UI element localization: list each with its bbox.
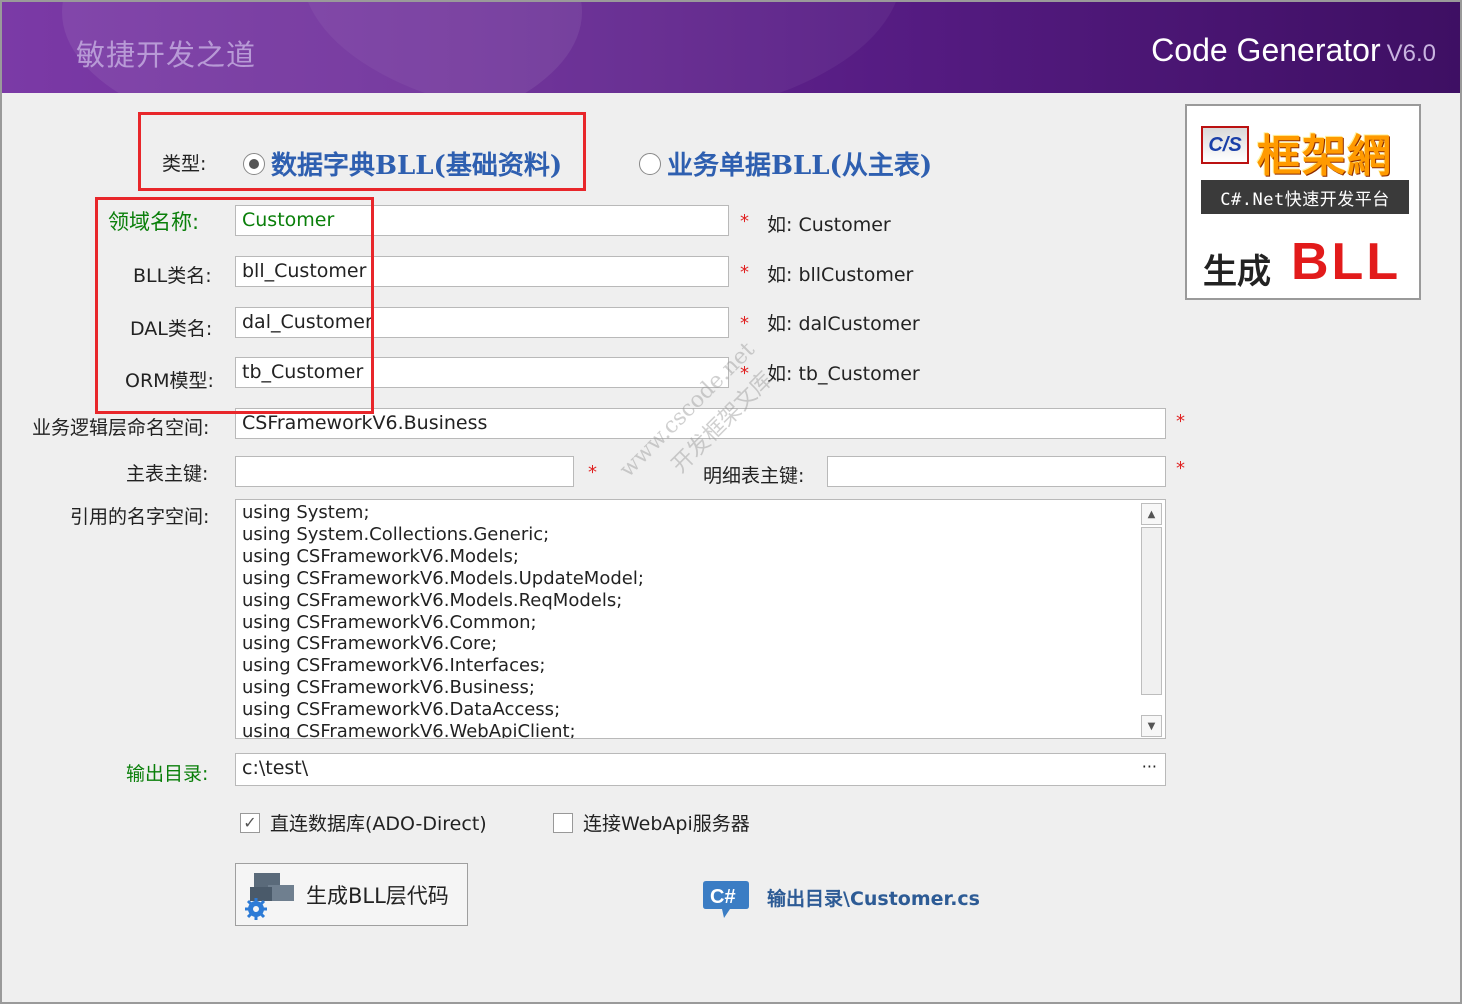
using-line: using System; — [242, 502, 370, 523]
using-line: using CSFrameworkV6.Interfaces; — [242, 655, 546, 677]
bll-class-hint: 如: bllCustomer — [767, 264, 914, 286]
radio-unchecked-icon — [639, 152, 661, 175]
usings-label: 引用的名字空间: — [70, 506, 210, 528]
framework-logo: C/S 框架網 C#.Net快速开发平台 生成 BLL — [1185, 104, 1421, 300]
using-line: using CSFrameworkV6.DataAccess; — [242, 699, 561, 721]
cs-logo-badge: C/S — [1201, 126, 1249, 164]
radio-label: 业务单据BLL(从主表) — [667, 151, 933, 181]
header-decoration — [302, 2, 902, 93]
header-banner: 敏捷开发之道 Code Generator V6.0 — [2, 2, 1460, 93]
logo-generate-text: 生成 — [1203, 252, 1271, 292]
logo-bll-text: BLL — [1291, 233, 1402, 291]
scroll-thumb[interactable] — [1141, 527, 1162, 695]
generate-bll-button[interactable]: 生成BLL层代码 — [235, 863, 468, 926]
checkbox-label: 连接WebApi服务器 — [583, 813, 750, 835]
using-line: using CSFrameworkV6.Common; — [242, 611, 537, 633]
scroll-down-icon[interactable]: ▼ — [1141, 715, 1162, 737]
svg-text:C#: C# — [710, 886, 736, 908]
vertical-scrollbar[interactable]: ▲ ▼ — [1141, 503, 1162, 737]
checkbox-label: 直连数据库(ADO-Direct) — [270, 813, 487, 835]
orm-model-hint: 如: tb_Customer — [767, 363, 920, 385]
generate-code-icon — [240, 867, 296, 923]
output-file-link[interactable]: 输出目录\Customer.cs — [767, 884, 980, 911]
csharp-file-icon: C# — [702, 878, 750, 924]
generate-bll-label: 生成BLL层代码 — [306, 883, 449, 908]
namespace-label: 业务逻辑层命名空间: — [32, 417, 210, 439]
fields-highlight-box — [95, 197, 374, 414]
output-dir-label: 输出目录: — [126, 763, 209, 785]
using-line: using CSFrameworkV6.Models.ReqModels; — [242, 589, 623, 611]
using-line: using CSFrameworkV6.Models.UpdateModel; — [242, 567, 644, 589]
browse-button[interactable]: ··· — [1142, 757, 1157, 776]
master-key-label: 主表主键: — [126, 463, 209, 485]
version-label: V6.0 — [1386, 40, 1436, 67]
checkmark-icon: ✓ — [240, 812, 260, 833]
required-mark: * — [740, 262, 749, 283]
app-title: 敏捷开发之道 — [76, 38, 257, 72]
usings-textarea[interactable]: using System; using System.Collections.Ge… — [235, 499, 1166, 739]
brand-title: Code Generator V6.0 — [1151, 32, 1436, 69]
namespace-input[interactable]: CSFrameworkV6.Business — [235, 408, 1166, 439]
checkbox-ado-direct[interactable]: ✓ 直连数据库(ADO-Direct) — [240, 809, 487, 836]
logo-tagline: C#.Net快速开发平台 — [1201, 180, 1409, 214]
brand-name: Code Generator — [1151, 32, 1381, 68]
required-mark: * — [1176, 458, 1185, 479]
radio-business-document[interactable]: 业务单据BLL(从主表) — [639, 145, 932, 182]
logo-name: 框架網 — [1257, 131, 1392, 182]
output-dir-value: c:\test\ — [242, 757, 309, 779]
usings-lines: using System; using System.Collections.Ge… — [242, 502, 644, 739]
dal-class-hint: 如: dalCustomer — [767, 313, 920, 335]
detail-key-input[interactable] — [827, 456, 1166, 487]
using-line: using CSFrameworkV6.WebApiClient; — [242, 721, 576, 739]
required-mark: * — [740, 211, 749, 232]
domain-hint: 如: Customer — [767, 214, 891, 236]
required-mark: * — [1176, 411, 1185, 432]
type-highlight-box — [138, 112, 586, 191]
main-window: 敏捷开发之道 Code Generator V6.0 类型: 数据字典BLL(基础… — [0, 0, 1462, 1004]
required-mark: * — [740, 363, 749, 384]
using-line: using CSFrameworkV6.Business; — [242, 677, 535, 699]
scroll-up-icon[interactable]: ▲ — [1141, 503, 1162, 525]
master-key-input[interactable] — [235, 456, 574, 487]
using-line: using System.Collections.Generic; — [242, 523, 550, 545]
checkbox-webapi[interactable]: 连接WebApi服务器 — [553, 809, 750, 836]
using-line: using CSFrameworkV6.Core; — [242, 633, 498, 655]
output-dir-input[interactable]: c:\test\ ··· — [235, 753, 1166, 786]
checkbox-empty-icon — [553, 812, 573, 833]
using-line: using CSFrameworkV6.Models; — [242, 545, 519, 567]
required-mark: * — [588, 462, 597, 483]
detail-key-label: 明细表主键: — [703, 465, 805, 487]
required-mark: * — [740, 313, 749, 334]
